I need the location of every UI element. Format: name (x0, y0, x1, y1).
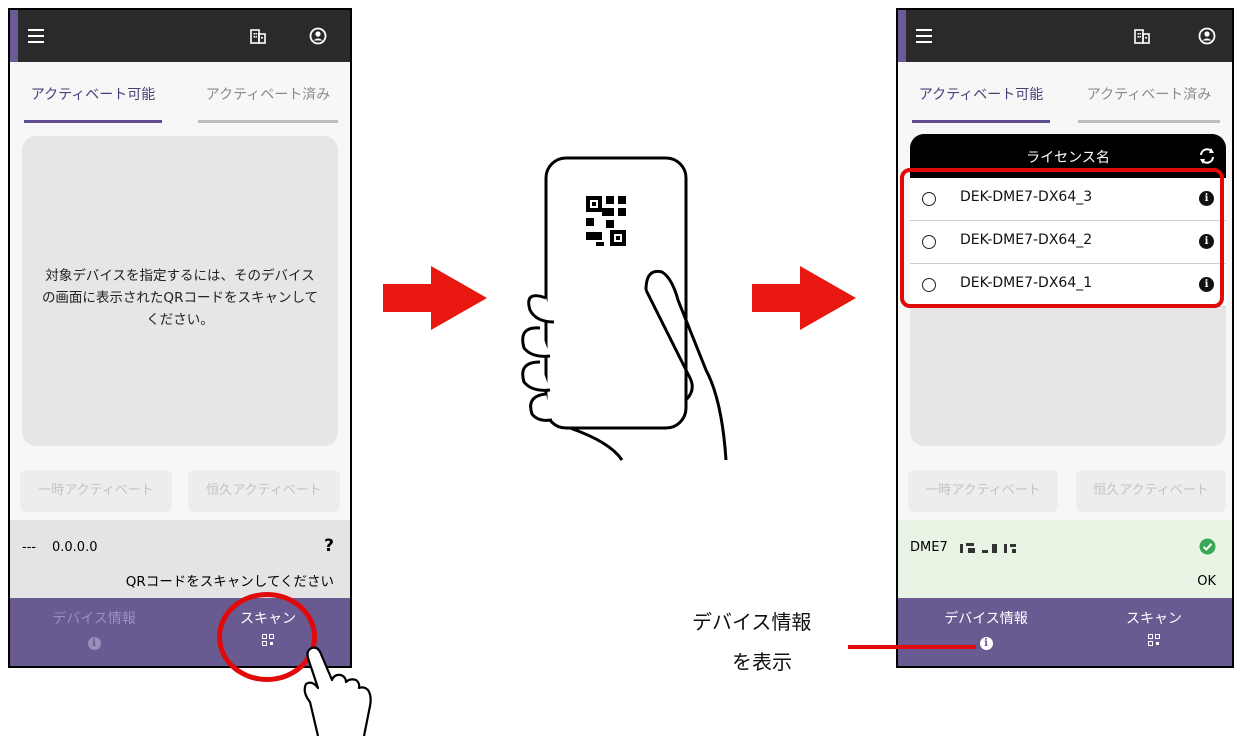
account-icon[interactable] (1198, 27, 1216, 45)
arrow-right-icon (383, 266, 487, 330)
building-icon[interactable] (1134, 28, 1150, 44)
scan-instruction-panel: 対象デバイスを指定するには、そのデバイス の画面に表示されたQRコードをスキャン… (22, 136, 338, 446)
bottom-nav: デバイス情報 i スキャン (898, 598, 1232, 666)
tab-activated[interactable]: アクティベート済み (1078, 80, 1220, 123)
nav-scan[interactable]: スキャン (1084, 608, 1224, 650)
temporary-activate-button[interactable]: 一時アクティベート (20, 470, 172, 512)
info-icon: i (87, 637, 101, 650)
redacted-serial (960, 543, 1016, 553)
instruction-line-3: ください。 (146, 312, 214, 328)
nav-device-info-label: デバイス情報 (944, 611, 1028, 627)
app-bar (10, 10, 350, 62)
nav-scan-label: スキャン (1126, 611, 1182, 627)
tap-hand-icon (303, 646, 372, 736)
tab-available[interactable]: アクティベート可能 (24, 80, 162, 123)
license-header-label: ライセンス名 (1026, 150, 1110, 166)
callout-pointer-line (848, 645, 976, 649)
menu-icon[interactable] (916, 29, 932, 43)
check-circle-icon (1199, 538, 1216, 555)
account-icon[interactable] (309, 27, 327, 45)
nav-device-info-label: デバイス情報 (52, 611, 136, 627)
menu-icon[interactable] (28, 29, 44, 43)
status-ok: OK (1197, 574, 1216, 589)
app-bar (898, 10, 1232, 62)
permanent-activate-button[interactable]: 恒久アクティベート (188, 470, 340, 512)
device-name: DME7 (910, 540, 948, 555)
callout-line-1: デバイス情報 (692, 610, 812, 634)
instruction-line-2: の画面に表示されたQRコードをスキャンして (41, 290, 319, 306)
phone-hand-icon (521, 156, 728, 461)
building-icon[interactable] (250, 28, 266, 44)
info-icon: i (979, 637, 993, 650)
left-phone-screen: アクティベート可能 アクティベート済み 対象デバイスを指定するには、そのデバイス… (8, 8, 352, 668)
nav-device-info[interactable]: デバイス情報 i (916, 608, 1056, 650)
app-bar-accent (10, 10, 18, 62)
right-phone-screen: アクティベート可能 アクティベート済み ライセンス名 DEK-DME7-DX64… (896, 8, 1234, 668)
tab-available[interactable]: アクティベート可能 (912, 80, 1050, 123)
callout-line-2: を表示 (732, 650, 792, 674)
help-icon[interactable]: ? (324, 536, 334, 556)
status-dash: --- (22, 540, 37, 555)
arrow-right-icon (752, 266, 856, 330)
app-bar-accent (898, 10, 906, 62)
status-area: --- 0.0.0.0 ? QRコードをスキャンしてください (10, 520, 350, 602)
status-area: DME7 OK (898, 520, 1232, 602)
permanent-activate-button[interactable]: 恒久アクティベート (1076, 470, 1226, 512)
status-hint: QRコードをスキャンしてください (125, 574, 334, 590)
license-list-highlight (900, 168, 1224, 308)
tab-activated[interactable]: アクティベート済み (198, 80, 338, 123)
refresh-icon[interactable] (1198, 147, 1216, 165)
instruction-line-1: 対象デバイスを指定するには、そのデバイス (45, 268, 315, 284)
nav-device-info[interactable]: デバイス情報 i (24, 608, 164, 650)
qr-scan-icon (1148, 634, 1160, 646)
status-version: 0.0.0.0 (52, 540, 98, 555)
temporary-activate-button[interactable]: 一時アクティベート (908, 470, 1058, 512)
